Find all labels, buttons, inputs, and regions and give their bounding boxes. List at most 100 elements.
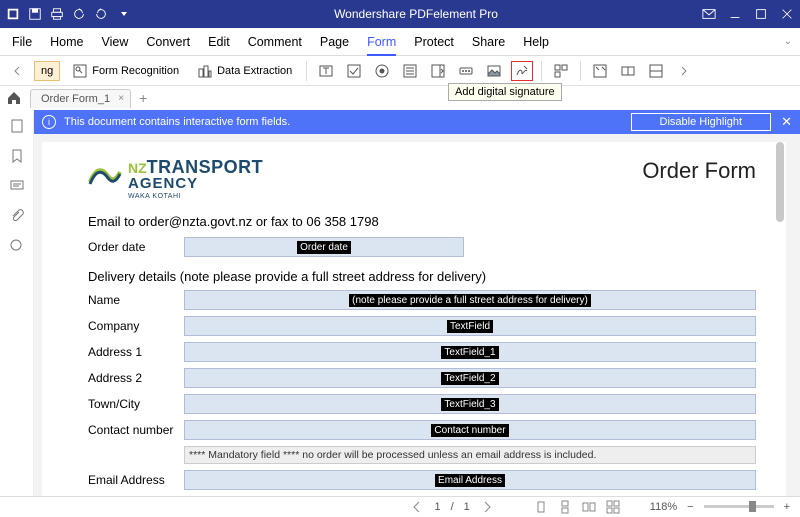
town-label: Town/City: [88, 397, 184, 411]
company-field[interactable]: TextField: [184, 316, 756, 336]
form-recognition-label: Form Recognition: [92, 65, 179, 77]
email-instruction: Email to order@nzta.govt.nz or fax to 06…: [88, 214, 756, 229]
ribbon: ng Form Recognition Data Extraction Add …: [0, 56, 800, 86]
radio-icon[interactable]: [371, 61, 393, 81]
edit-ng-button[interactable]: ng: [34, 61, 60, 81]
name-field[interactable]: (note please provide a full street addre…: [184, 290, 756, 310]
menu-comment[interactable]: Comment: [248, 35, 302, 49]
document-tab[interactable]: Order Form_1 ×: [30, 89, 131, 108]
address1-placeholder: TextField_1: [441, 346, 498, 359]
zoom-out-icon[interactable]: −: [687, 501, 693, 513]
page-sep: /: [451, 501, 454, 513]
contact-field[interactable]: Contact number: [184, 420, 756, 440]
menu-help[interactable]: Help: [523, 35, 549, 49]
thumbnails-icon[interactable]: [9, 118, 25, 134]
search-icon[interactable]: [9, 238, 25, 254]
minimize-icon[interactable]: [728, 7, 742, 21]
vertical-scrollbar[interactable]: [776, 142, 784, 222]
menu-convert[interactable]: Convert: [146, 35, 190, 49]
zoom-slider[interactable]: [704, 505, 774, 508]
banner-close-icon[interactable]: ✕: [781, 114, 792, 130]
tab-add-icon[interactable]: +: [139, 90, 147, 106]
mail-icon[interactable]: [702, 7, 716, 21]
combo-box-icon[interactable]: [399, 61, 421, 81]
tab-close-icon[interactable]: ×: [118, 93, 124, 104]
company-label: Company: [88, 319, 184, 333]
menu-protect[interactable]: Protect: [414, 35, 454, 49]
contact-placeholder: Contact number: [431, 424, 508, 437]
document-tab-label: Order Form_1: [41, 93, 110, 105]
order-date-placeholder: Order date: [297, 241, 351, 254]
digital-signature-icon[interactable]: [511, 61, 533, 81]
menubar-collapse-icon[interactable]: ⌄: [784, 36, 792, 47]
statusbar: 1 / 1 118% − +: [0, 496, 800, 516]
qat-dropdown-icon[interactable]: [116, 7, 130, 21]
print-icon[interactable]: [50, 7, 64, 21]
zoom-in-icon[interactable]: +: [784, 501, 790, 513]
document-tabbar: Order Form_1 × +: [0, 86, 800, 110]
page-current: 1: [434, 501, 440, 513]
ribbon-separator: [580, 61, 581, 81]
view-continuous-icon[interactable]: [558, 500, 572, 514]
address1-label: Address 1: [88, 345, 184, 359]
page-next-icon[interactable]: [480, 500, 494, 514]
ribbon-scroll-left-icon[interactable]: [6, 61, 28, 81]
form-align-icon[interactable]: [550, 61, 572, 81]
menu-page[interactable]: Page: [320, 35, 349, 49]
page-total: 1: [464, 501, 470, 513]
comments-icon[interactable]: [9, 178, 25, 194]
app-title: Wondershare PDFelement Pro: [130, 7, 702, 21]
menubar: File Home View Convert Edit Comment Page…: [0, 28, 800, 56]
home-icon[interactable]: [6, 90, 22, 106]
delivery-section-header: Delivery details (note please provide a …: [88, 269, 756, 284]
form-title: Order Form: [642, 158, 756, 184]
address2-placeholder: TextField_2: [441, 372, 498, 385]
address2-field[interactable]: TextField_2: [184, 368, 756, 388]
menu-file[interactable]: File: [12, 35, 32, 49]
name-placeholder: (note please provide a full street addre…: [349, 294, 591, 307]
view-two-icon[interactable]: [582, 500, 596, 514]
email-field[interactable]: Email Address: [184, 470, 756, 490]
maximize-icon[interactable]: [754, 7, 768, 21]
image-field-icon[interactable]: [483, 61, 505, 81]
redo-icon[interactable]: [94, 7, 108, 21]
button-icon[interactable]: [455, 61, 477, 81]
text-field-icon[interactable]: [315, 61, 337, 81]
order-date-label: Order date: [88, 240, 184, 254]
data-extraction-button[interactable]: Data Extraction: [191, 60, 298, 82]
ribbon-scroll-right-icon[interactable]: [673, 61, 695, 81]
email-placeholder: Email Address: [435, 474, 505, 487]
page-prev-icon[interactable]: [410, 500, 424, 514]
ribbon-separator: [541, 61, 542, 81]
menu-form[interactable]: Form: [367, 35, 396, 56]
town-placeholder: TextField_3: [441, 398, 498, 411]
form-banner: i This document contains interactive for…: [34, 110, 800, 134]
town-field[interactable]: TextField_3: [184, 394, 756, 414]
tool-c-icon[interactable]: [645, 61, 667, 81]
address1-field[interactable]: TextField_1: [184, 342, 756, 362]
info-icon: i: [42, 115, 56, 129]
menu-home[interactable]: Home: [50, 35, 83, 49]
zoom-value: 118%: [650, 501, 677, 513]
menu-view[interactable]: View: [102, 35, 129, 49]
menu-edit[interactable]: Edit: [208, 35, 230, 49]
form-recognition-button[interactable]: Form Recognition: [66, 60, 185, 82]
tool-b-icon[interactable]: [617, 61, 639, 81]
view-two-cont-icon[interactable]: [606, 500, 620, 514]
undo-icon[interactable]: [72, 7, 86, 21]
address2-label: Address 2: [88, 371, 184, 385]
list-box-icon[interactable]: [427, 61, 449, 81]
bookmarks-icon[interactable]: [9, 148, 25, 164]
disable-highlight-button[interactable]: Disable Highlight: [631, 113, 772, 131]
close-icon[interactable]: [780, 7, 794, 21]
view-single-icon[interactable]: [534, 500, 548, 514]
order-date-field[interactable]: Order date: [184, 237, 464, 257]
attachments-icon[interactable]: [9, 208, 25, 224]
checkbox-icon[interactable]: [343, 61, 365, 81]
save-icon[interactable]: [28, 7, 42, 21]
pdf-page: NZTRANSPORT AGENCY WAKA KOTAHI Order For…: [42, 142, 786, 496]
contact-label: Contact number: [88, 423, 184, 437]
titlebar: Wondershare PDFelement Pro: [0, 0, 800, 28]
menu-share[interactable]: Share: [472, 35, 505, 49]
tool-a-icon[interactable]: [589, 61, 611, 81]
